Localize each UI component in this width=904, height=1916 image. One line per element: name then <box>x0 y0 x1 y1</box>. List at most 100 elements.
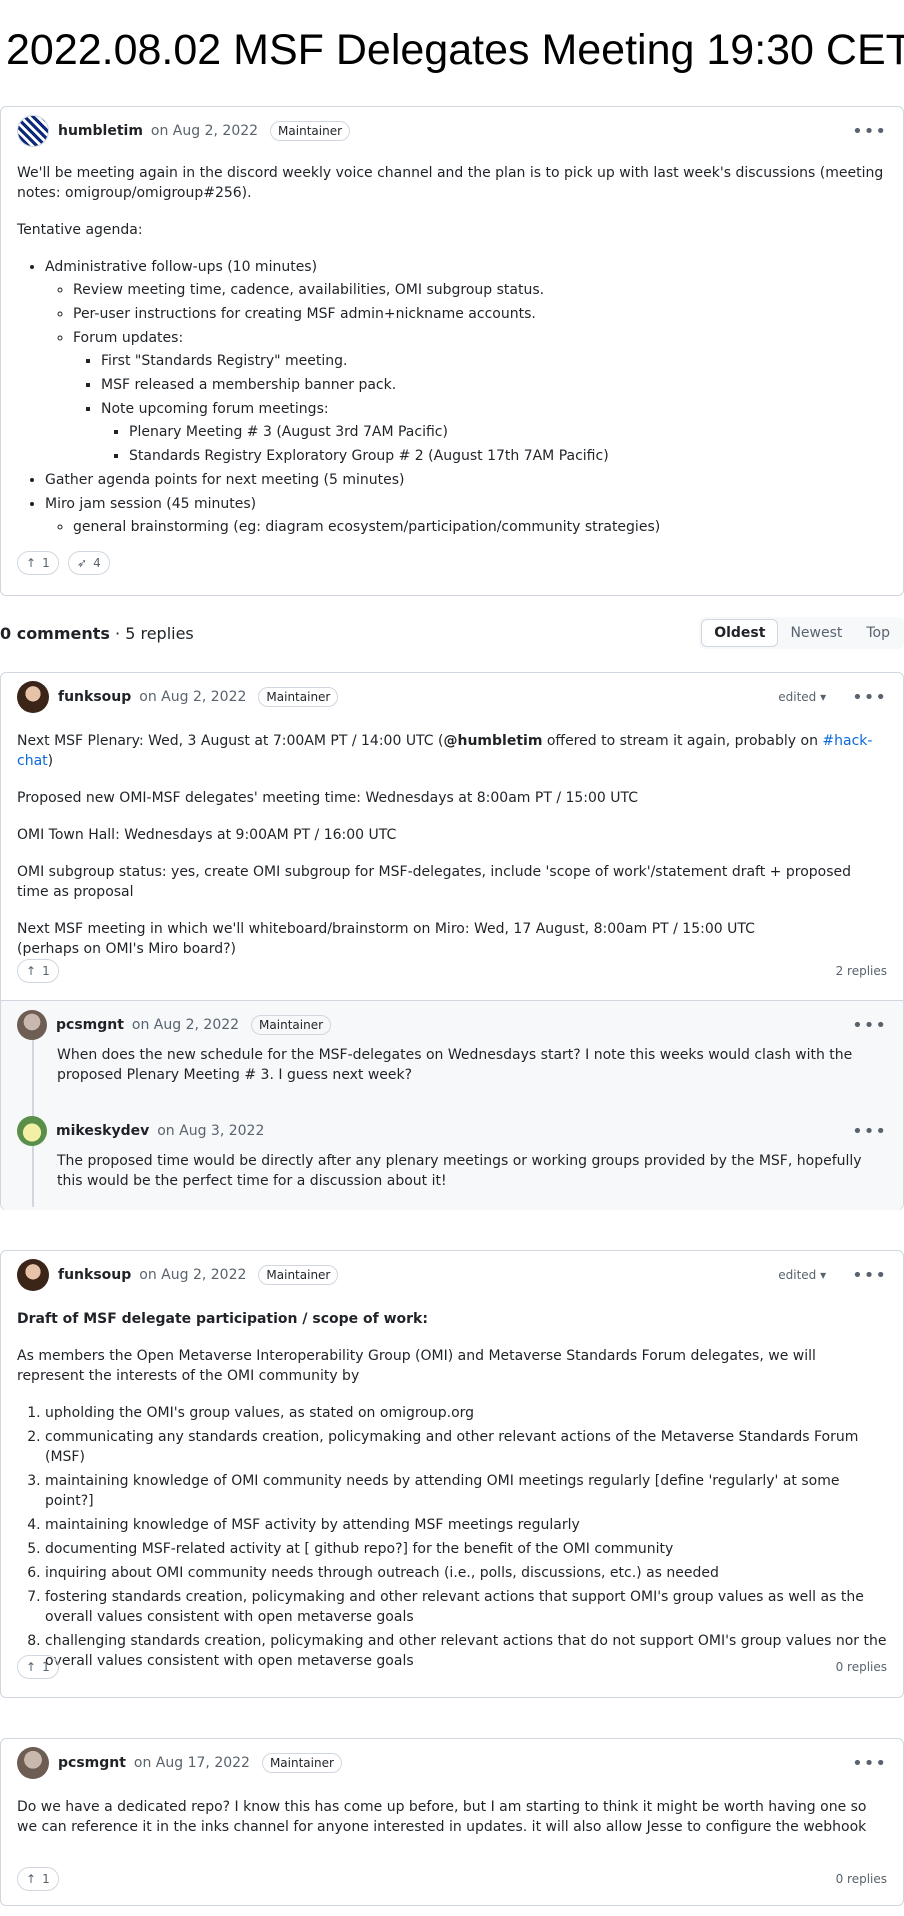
reply-date[interactable]: on Aug 2, 2022 <box>132 1017 239 1033</box>
sort-newest[interactable]: Newest <box>778 619 854 647</box>
comment-date[interactable]: on Aug 2, 2022 <box>139 1267 246 1283</box>
reply-header: mikeskydev on Aug 3, 2022 ••• <box>17 1115 887 1147</box>
avatar[interactable] <box>17 1116 47 1146</box>
list-item: documenting MSF-related activity at [ gi… <box>45 1539 887 1559</box>
sort-top[interactable]: Top <box>854 619 902 647</box>
replies-count[interactable]: 0 replies <box>836 1660 887 1674</box>
upvote-count: 1 <box>42 1660 50 1674</box>
comment: pcsmgnt on Aug 17, 2022 Maintainer ••• D… <box>0 1738 904 1906</box>
scope-list: upholding the OMI's group values, as sta… <box>17 1403 887 1671</box>
comment-date[interactable]: on Aug 2, 2022 <box>139 689 246 705</box>
comment-heading: Draft of MSF delegate participation / sc… <box>17 1311 428 1327</box>
agenda-label: Tentative agenda: <box>17 222 143 238</box>
more-options-icon[interactable]: ••• <box>852 1753 887 1774</box>
sort-tabs: Oldest Newest Top <box>699 617 904 649</box>
comment: funksoup on Aug 2, 2022 Maintainer edite… <box>0 1250 904 1698</box>
comment-body: Next MSF Plenary: Wed, 3 August at 7:00A… <box>17 731 887 976</box>
avatar[interactable] <box>17 1010 47 1040</box>
upvote-button[interactable]: ↑ 1 <box>17 551 59 575</box>
list-item: First "Standards Registry" meeting. <box>101 351 887 371</box>
maintainer-badge: Maintainer <box>258 687 339 707</box>
rocket-reaction-button[interactable]: ➶ 4 <box>68 551 110 575</box>
more-options-icon[interactable]: ••• <box>852 687 887 708</box>
rocket-icon: ➶ <box>77 556 88 570</box>
comment-date[interactable]: on Aug 17, 2022 <box>134 1755 250 1771</box>
comment-paragraph: As members the Open Metaverse Interopera… <box>17 1348 816 1384</box>
reply-body: When does the new schedule for the MSF-d… <box>57 1047 853 1083</box>
post-header: humbletim on Aug 2, 2022 Maintainer ••• <box>17 115 887 147</box>
comment-author[interactable]: funksoup <box>58 689 131 705</box>
reply-author[interactable]: pcsmgnt <box>56 1017 124 1033</box>
list-item: Gather agenda points for next meeting (5… <box>45 470 887 490</box>
comments-summary: 0 comments · 5 replies <box>0 624 194 643</box>
comment-paragraph: Proposed new OMI-MSF delegates' meeting … <box>17 790 639 806</box>
reply-body: The proposed time would be directly afte… <box>57 1153 862 1189</box>
discussion-post: humbletim on Aug 2, 2022 Maintainer ••• … <box>0 106 904 596</box>
post-date[interactable]: on Aug 2, 2022 <box>151 123 258 139</box>
comment-author[interactable]: funksoup <box>58 1267 131 1283</box>
list-item: upholding the OMI's group values, as sta… <box>45 1403 887 1423</box>
list-item: Standards Registry Exploratory Group # 2… <box>129 446 887 466</box>
avatar[interactable] <box>17 1259 49 1291</box>
edited-dropdown[interactable]: edited ▾ <box>778 1268 826 1282</box>
avatar[interactable] <box>17 681 49 713</box>
list-item: challenging standards creation, policyma… <box>45 1631 887 1671</box>
comment: funksoup on Aug 2, 2022 Maintainer edite… <box>0 672 904 1210</box>
upvote-button[interactable]: ↑ 1 <box>17 1867 59 1891</box>
agenda-list: Administrative follow-ups (10 minutes) R… <box>17 257 887 537</box>
comment-paragraph: OMI Town Hall: Wednesdays at 9:00AM PT /… <box>17 827 397 843</box>
list-item: Forum updates: First "Standards Registry… <box>73 328 887 466</box>
avatar[interactable] <box>17 1747 49 1779</box>
user-mention[interactable]: @humbletim <box>443 733 542 749</box>
comment-paragraph: Do we have a dedicated repo? I know this… <box>17 1799 867 1835</box>
upvote-count: 1 <box>42 1872 50 1886</box>
upvote-count: 1 <box>42 556 50 570</box>
list-item: Review meeting time, cadence, availabili… <box>73 280 887 300</box>
upvote-button[interactable]: ↑ 1 <box>17 1655 59 1679</box>
maintainer-badge: Maintainer <box>270 121 351 141</box>
list-item: Plenary Meeting # 3 (August 3rd 7AM Paci… <box>129 422 887 442</box>
sort-oldest[interactable]: Oldest <box>701 619 779 647</box>
comment-body: Draft of MSF delegate participation / sc… <box>17 1309 887 1675</box>
more-options-icon[interactable]: ••• <box>852 121 887 142</box>
comment-paragraph: OMI subgroup status: yes, create OMI sub… <box>17 864 852 900</box>
comment-author[interactable]: pcsmgnt <box>58 1755 126 1771</box>
list-item: maintaining knowledge of MSF activity by… <box>45 1515 887 1535</box>
arrow-up-icon: ↑ <box>26 1872 37 1886</box>
list-item: general brainstorming (eg: diagram ecosy… <box>73 517 887 537</box>
replies-count[interactable]: 0 replies <box>836 1872 887 1886</box>
upvote-count: 1 <box>42 964 50 978</box>
list-item: Miro jam session (45 minutes) general br… <box>45 494 887 537</box>
arrow-up-icon: ↑ <box>26 1660 37 1674</box>
list-item: communicating any standards creation, po… <box>45 1427 887 1467</box>
list-item: Administrative follow-ups (10 minutes) R… <box>45 257 887 466</box>
comment-paragraph: Next MSF meeting in which we'll whiteboa… <box>17 921 755 957</box>
comment-body: Do we have a dedicated repo? I know this… <box>17 1797 887 1854</box>
comment-header: funksoup on Aug 2, 2022 Maintainer edite… <box>17 681 887 713</box>
reply-header: pcsmgnt on Aug 2, 2022 Maintainer ••• <box>17 1009 887 1041</box>
maintainer-badge: Maintainer <box>258 1265 339 1285</box>
replies-count[interactable]: 2 replies <box>836 964 887 978</box>
list-item: maintaining knowledge of OMI community n… <box>45 1471 887 1511</box>
list-item: inquiring about OMI community needs thro… <box>45 1563 887 1583</box>
triangle-down-icon: ▾ <box>820 690 827 704</box>
more-options-icon[interactable]: ••• <box>852 1265 887 1286</box>
list-item: Note upcoming forum meetings: Plenary Me… <box>101 399 887 466</box>
rocket-count: 4 <box>93 556 101 570</box>
maintainer-badge: Maintainer <box>261 1753 342 1773</box>
replies-thread: pcsmgnt on Aug 2, 2022 Maintainer ••• Wh… <box>1 1000 903 1210</box>
post-author[interactable]: humbletim <box>58 123 143 139</box>
list-item: Per-user instructions for creating MSF a… <box>73 304 887 324</box>
reply-author[interactable]: mikeskydev <box>56 1123 149 1139</box>
list-item: MSF released a membership banner pack. <box>101 375 887 395</box>
more-options-icon[interactable]: ••• <box>852 1015 887 1036</box>
page-title: 2022.08.02 MSF Delegates Meeting 19:30 C… <box>6 26 904 74</box>
comment-header: funksoup on Aug 2, 2022 Maintainer edite… <box>17 1259 887 1291</box>
edited-dropdown[interactable]: edited ▾ <box>778 690 826 704</box>
avatar[interactable] <box>17 115 49 147</box>
comment-paragraph: Next MSF Plenary: Wed, 3 August at 7:00A… <box>17 733 873 769</box>
triangle-down-icon: ▾ <box>820 1268 827 1282</box>
more-options-icon[interactable]: ••• <box>852 1121 887 1142</box>
upvote-button[interactable]: ↑ 1 <box>17 959 59 983</box>
reply-date[interactable]: on Aug 3, 2022 <box>157 1123 264 1139</box>
